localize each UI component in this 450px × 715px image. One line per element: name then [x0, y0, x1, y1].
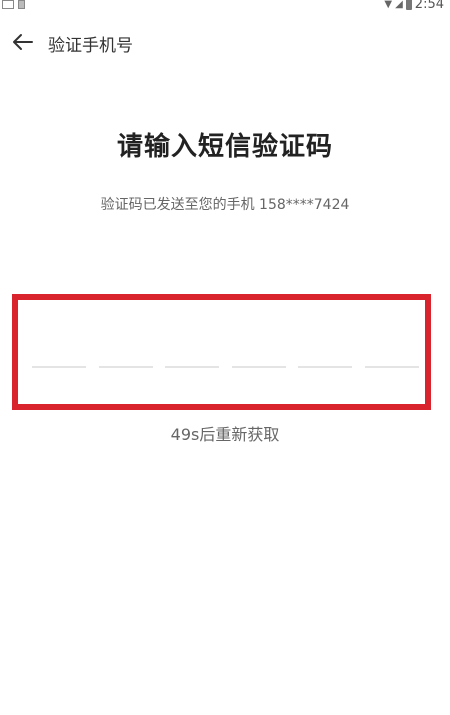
- resend-countdown[interactable]: 49s后重新获取: [0, 421, 450, 445]
- code-digit-slot[interactable]: [98, 366, 153, 368]
- gallery-notification-icon: [2, 0, 14, 9]
- back-button[interactable]: [10, 28, 38, 56]
- code-digit-slot[interactable]: [165, 366, 220, 368]
- back-arrow-icon: [13, 34, 33, 50]
- code-digit-slot[interactable]: [231, 366, 286, 368]
- notification-icons: [2, 0, 25, 9]
- code-digit-slot[interactable]: [32, 366, 86, 368]
- status-time: 2:54: [414, 0, 444, 12]
- status-bar: ▼ ◢ 2:54: [0, 0, 450, 14]
- page-title: 验证手机号: [48, 36, 133, 56]
- verification-code-input[interactable]: [12, 294, 431, 410]
- status-right: ▼ ◢ 2:54: [384, 0, 444, 12]
- battery-icon: [405, 0, 412, 10]
- code-digit-slot[interactable]: [298, 366, 353, 368]
- code-slots: [32, 366, 419, 368]
- nav-bar: 验证手机号: [0, 22, 450, 62]
- sent-to-phone-text: 验证码已发送至您的手机 158****7424: [100, 197, 350, 213]
- wifi-icon: ▼: [384, 0, 393, 10]
- code-digit-slot[interactable]: [364, 366, 419, 368]
- sim-notification-icon: [18, 0, 25, 9]
- headline: 请输入短信验证码: [116, 132, 333, 162]
- signal-icon: ◢: [395, 0, 403, 10]
